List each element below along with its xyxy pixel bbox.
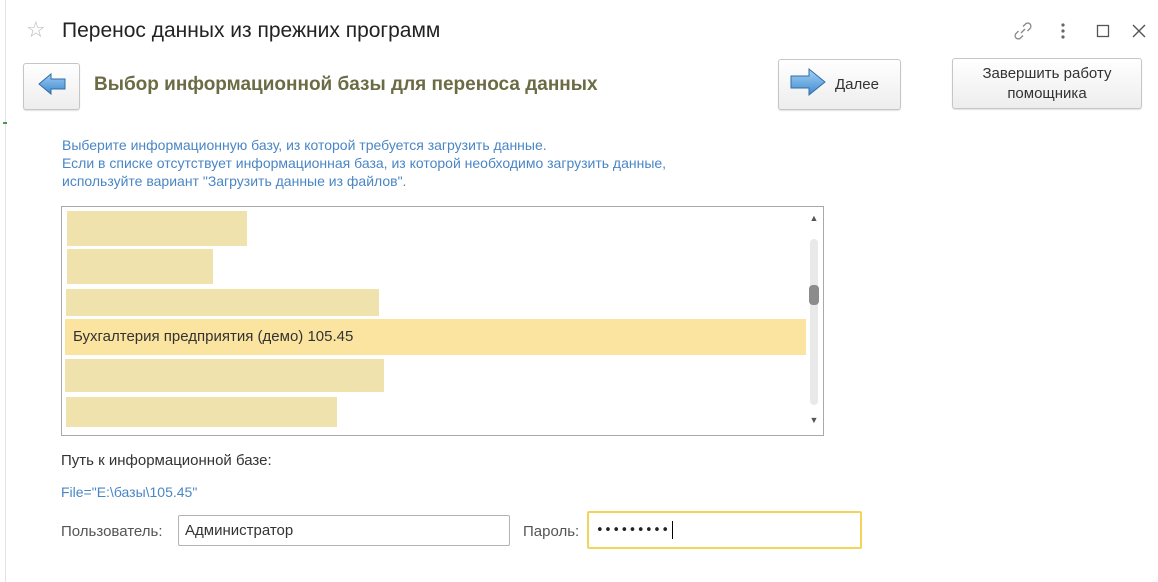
close-icon[interactable] [1126, 18, 1152, 44]
instruction-line: Выберите информационную базу, из которой… [62, 137, 547, 153]
next-button-label: Далее [835, 76, 879, 93]
user-input[interactable]: Администратор [178, 515, 510, 546]
list-item-selected[interactable]: Бухгалтерия предприятия (демо) 105.45 [65, 319, 806, 355]
window-title: Перенос данных из прежних программ [62, 19, 441, 42]
instruction-line: Если в списке отсутствует информационная… [62, 155, 667, 171]
scrollbar-thumb[interactable] [809, 285, 819, 305]
back-button[interactable] [23, 63, 80, 110]
user-label: Пользователь: [61, 523, 163, 540]
instructions: Выберите информационную базу, из которой… [62, 136, 802, 190]
finish-button-line1: Завершить работу [982, 65, 1112, 82]
arrow-right-icon [789, 67, 827, 102]
arrow-left-icon [37, 72, 67, 101]
list-item-redacted[interactable] [67, 211, 247, 246]
left-panel-edge [0, 0, 6, 582]
page-title: Выбор информационной базы для переноса д… [94, 74, 598, 95]
star-icon[interactable]: ☆ [26, 18, 46, 42]
list-item-redacted[interactable] [66, 397, 337, 427]
instruction-line: используйте вариант "Загрузить данные из… [62, 173, 407, 189]
next-button[interactable]: Далее [778, 59, 901, 110]
left-panel-marker [3, 122, 7, 124]
link-icon[interactable] [1010, 18, 1036, 44]
database-list[interactable]: Бухгалтерия предприятия (демо) 105.45 ▲ … [61, 206, 824, 436]
finish-button-line2: помощника [1007, 85, 1087, 102]
text-caret [671, 521, 673, 539]
path-label: Путь к информационной базе: [61, 452, 272, 469]
finish-assistant-button[interactable]: Завершить работу помощника [952, 58, 1142, 109]
maximize-icon[interactable] [1090, 18, 1116, 44]
password-input[interactable]: ••••••••• [587, 511, 862, 549]
list-item-redacted[interactable] [66, 289, 379, 316]
scroll-up-arrow-icon[interactable]: ▲ [809, 213, 819, 223]
list-item-redacted[interactable] [67, 249, 213, 284]
more-icon[interactable] [1050, 18, 1076, 44]
password-mask: ••••••••• [596, 522, 670, 538]
list-item-redacted[interactable] [65, 359, 384, 392]
path-value: File="E:\базы\105.45" [61, 484, 198, 500]
scroll-down-arrow-icon[interactable]: ▼ [809, 415, 819, 425]
password-label: Пароль: [523, 523, 580, 540]
scrollbar-track[interactable] [810, 239, 818, 405]
